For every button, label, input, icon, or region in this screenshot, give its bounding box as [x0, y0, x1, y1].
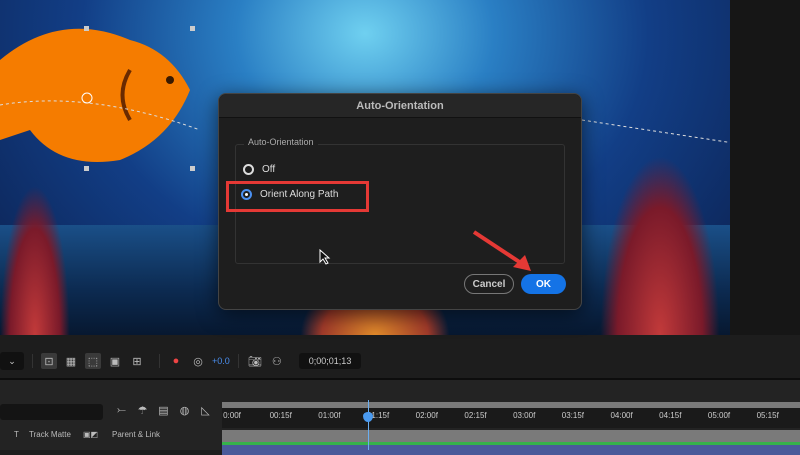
time-tick-label: 05:15f: [756, 411, 779, 420]
col-parent-link: Parent & Link: [112, 430, 161, 439]
time-tick-label: 02:15f: [464, 411, 487, 420]
time-tick-label: 00:15f: [269, 411, 292, 420]
dialog-title: Auto-Orientation: [219, 94, 581, 118]
time-tick-label: 03:00f: [513, 411, 536, 420]
playhead-line[interactable]: [368, 400, 369, 450]
region-of-interest-icon[interactable]: ▣: [107, 353, 123, 369]
side-panel: [730, 0, 800, 335]
motion-blur-icon[interactable]: ◍: [177, 404, 192, 419]
col-t: T: [14, 430, 19, 439]
mask-path-icon[interactable]: ⬚: [85, 353, 101, 369]
show-snapshot-icon[interactable]: ⚇: [269, 353, 285, 369]
time-tick-label: 01:00f: [318, 411, 341, 420]
radio-off[interactable]: Off: [243, 164, 275, 175]
time-tick-label: 05:00f: [707, 411, 731, 420]
radio-icon: [243, 164, 254, 175]
layer-bar-purple[interactable]: [222, 445, 800, 455]
ok-button[interactable]: OK: [521, 274, 566, 294]
fast-preview-icon[interactable]: ⊡: [41, 353, 57, 369]
camera-icon[interactable]: 📷︎: [247, 353, 263, 369]
timeline-panel: ⤚ ☂ ▤ ◍ ◺ 0:00f 00:15f 01:00f 01:15f 02:00f 0…: [0, 378, 800, 455]
viewer-toolbar: ⌄ ⊡ ▦ ⬚ ▣ ⊞ ● ◎ +0.0 📷︎ ⚇ 0;00;01;13: [0, 348, 800, 374]
work-area-bar[interactable]: [222, 402, 800, 408]
layer-search-input[interactable]: [0, 404, 103, 420]
time-tick-label: 02:00f: [415, 411, 438, 420]
radio-label: Orient Along Path: [260, 189, 339, 200]
composition-mini-flowchart-icon[interactable]: ⤚: [114, 404, 129, 419]
layer-bar[interactable]: [222, 430, 800, 442]
auto-orientation-dialog: Auto-Orientation Auto-Orientation Off Or…: [218, 93, 582, 310]
radio-orient-along-path[interactable]: Orient Along Path: [241, 189, 338, 200]
time-tick-label: 04:15f: [659, 411, 682, 420]
group-label: Auto-Orientation: [244, 137, 318, 147]
time-tick-label: 03:15f: [561, 411, 585, 420]
switch-icons: ▣◩: [83, 430, 99, 439]
color-channels-icon[interactable]: ●: [168, 353, 184, 369]
time-ruler[interactable]: 0:00f 00:15f 01:00f 01:15f 02:00f 02:15f 03:00…: [222, 402, 800, 428]
cursor-icon: [319, 249, 331, 265]
time-tick-label: 04:00f: [610, 411, 633, 420]
transparency-grid-icon[interactable]: ▦: [63, 353, 79, 369]
cancel-button[interactable]: Cancel: [464, 274, 514, 294]
red-arrow-icon: [472, 230, 531, 271]
graph-editor-icon[interactable]: ◺: [198, 404, 213, 419]
col-track-matte: Track Matte: [29, 430, 71, 439]
frame-blending-icon[interactable]: ▤: [156, 404, 171, 419]
grid-guides-icon[interactable]: ⊞: [129, 353, 145, 369]
current-time[interactable]: 0;00;01;13: [298, 353, 362, 369]
radio-label: Off: [262, 164, 276, 175]
time-tick-label: 0:00f: [223, 411, 241, 420]
chevron-down-icon[interactable]: ⌄: [0, 352, 24, 370]
shy-layers-icon[interactable]: ☂: [135, 404, 150, 419]
exposure-value[interactable]: +0.0: [212, 356, 230, 366]
radio-selected-icon: [241, 189, 252, 200]
exposure-icon[interactable]: ◎: [190, 353, 206, 369]
